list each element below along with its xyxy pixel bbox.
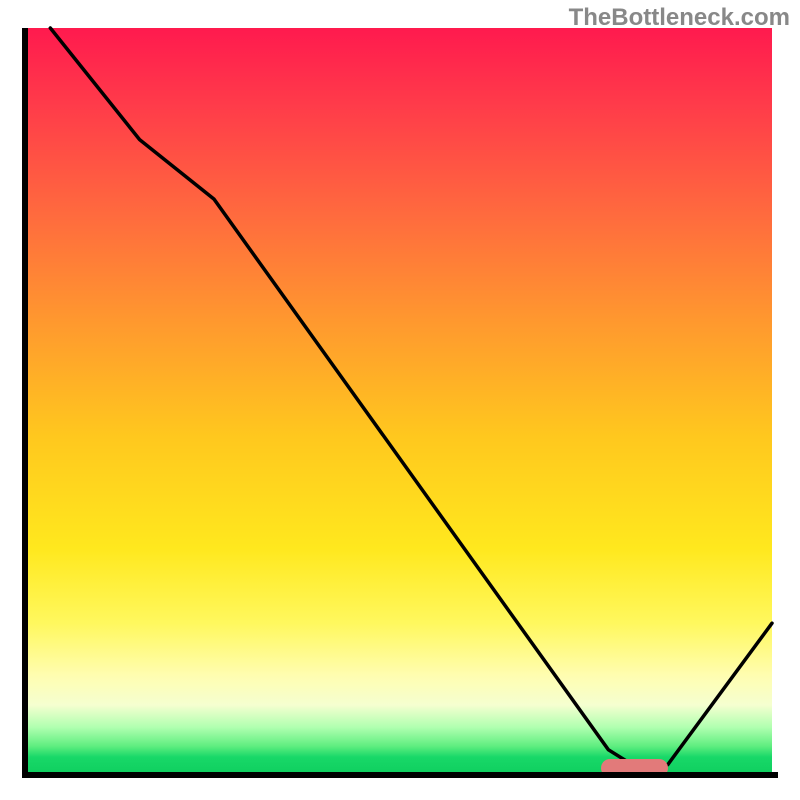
y-axis xyxy=(22,28,28,778)
bottleneck-curve xyxy=(28,28,772,772)
chart xyxy=(28,28,772,772)
watermark-text: TheBottleneck.com xyxy=(569,4,790,32)
x-axis xyxy=(22,772,778,778)
